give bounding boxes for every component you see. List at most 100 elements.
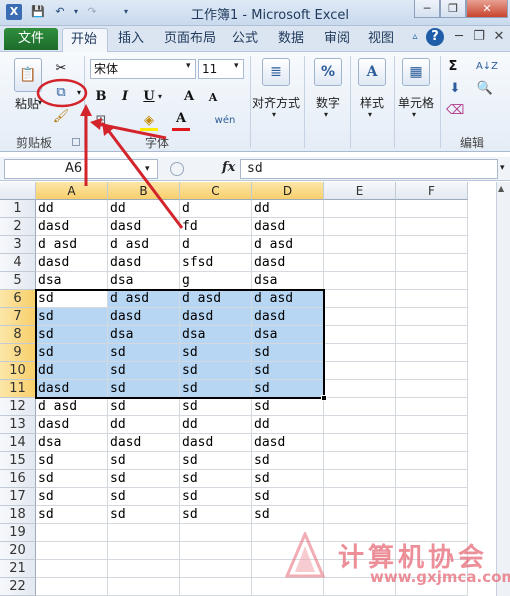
clipboard-launcher-icon[interactable] [72,138,80,146]
alignment-icon[interactable]: ≣ [262,58,290,86]
cell[interactable]: sd [108,362,180,380]
tab-file[interactable]: 文件 [4,28,58,50]
cell[interactable]: sd [252,488,324,506]
cell[interactable]: dsa [36,434,108,452]
row-header[interactable]: 22 [0,578,36,596]
tab-view[interactable]: 视图 [360,28,402,50]
cell[interactable]: sd [36,290,108,308]
styles-button[interactable]: 样式 [354,94,390,111]
cell[interactable]: dsa [108,272,180,290]
cell[interactable] [396,416,468,434]
column-header-c[interactable]: C [180,182,252,200]
cell[interactable]: sd [252,380,324,398]
cell[interactable]: sd [180,470,252,488]
doc-close-icon[interactable]: ✕ [490,28,508,46]
row-header[interactable]: 3 [0,236,36,254]
cell[interactable] [36,542,108,560]
cell[interactable] [396,380,468,398]
row-header[interactable]: 8 [0,326,36,344]
cell[interactable]: sd [252,470,324,488]
font-name-dropdown-icon[interactable]: ▾ [186,61,191,71]
cell[interactable]: sd [252,398,324,416]
row-header[interactable]: 12 [0,398,36,416]
select-all-corner[interactable] [0,182,36,200]
cell[interactable]: dd [36,362,108,380]
fill-handle[interactable] [321,395,327,401]
cell[interactable]: dasd [252,218,324,236]
cell[interactable]: dasd [252,434,324,452]
cell[interactable]: sd [180,506,252,524]
cell[interactable]: dd [252,416,324,434]
cell[interactable]: sd [180,488,252,506]
cell[interactable]: sd [252,344,324,362]
cell[interactable] [396,308,468,326]
cell[interactable] [396,200,468,218]
underline-dropdown-icon[interactable]: ▾ [158,92,162,101]
cell[interactable]: dasd [36,218,108,236]
cell[interactable]: sd [180,452,252,470]
cell[interactable]: d asd [108,236,180,254]
cell[interactable]: sd [108,398,180,416]
cell[interactable] [324,380,396,398]
cell[interactable] [324,200,396,218]
cell[interactable]: sd [108,506,180,524]
close-button[interactable]: ✕ [466,0,508,18]
styles-dropdown-icon[interactable]: ▾ [368,110,372,119]
cell[interactable]: sd [36,470,108,488]
cell[interactable] [324,434,396,452]
cell[interactable]: sd [36,506,108,524]
cell[interactable]: d asd [252,236,324,254]
cell[interactable]: d asd [36,398,108,416]
borders-icon[interactable]: ⊞ [92,112,110,130]
column-header-b[interactable]: B [108,182,180,200]
cell[interactable]: sd [36,488,108,506]
cell[interactable] [180,578,252,596]
formula-bar-divider-icon[interactable] [170,162,184,176]
cell[interactable]: sd [180,398,252,416]
cell[interactable] [396,434,468,452]
row-header[interactable]: 11 [0,380,36,398]
cell[interactable]: sfsd [180,254,252,272]
cell[interactable] [396,362,468,380]
formula-input[interactable]: sd [240,159,498,179]
fill-icon[interactable]: ⬇ [446,80,464,98]
cell[interactable] [396,218,468,236]
cell[interactable] [396,506,468,524]
clear-icon[interactable]: ⌫ [446,102,464,120]
worksheet-grid[interactable]: A B C D E F 1 dd dd d dd 2 dasd dasd fd dasd 3 d asd d asd… [0,182,496,596]
row-header[interactable]: 21 [0,560,36,578]
row-header[interactable]: 17 [0,488,36,506]
doc-minimize-icon[interactable]: ─ [450,28,468,46]
cells-dropdown-icon[interactable]: ▾ [412,110,416,119]
cell[interactable] [396,452,468,470]
cell[interactable]: dsa [252,272,324,290]
paste-icon[interactable]: 📋 [14,58,42,92]
alignment-button[interactable]: 对齐方式 [252,94,300,111]
cell[interactable]: dsa [36,272,108,290]
row-header[interactable]: 9 [0,344,36,362]
cell[interactable] [324,272,396,290]
cell[interactable]: d [180,236,252,254]
row-header[interactable]: 7 [0,308,36,326]
cell[interactable]: dasd [180,308,252,326]
row-header[interactable]: 19 [0,524,36,542]
cell[interactable] [324,416,396,434]
cell[interactable]: dd [108,200,180,218]
copy-dropdown-icon[interactable]: ▾ [70,84,88,102]
scroll-up-icon[interactable]: ▲ [498,184,504,193]
cell[interactable] [108,560,180,578]
cell[interactable]: dd [108,416,180,434]
row-header[interactable]: 20 [0,542,36,560]
cell[interactable] [396,398,468,416]
cells-icon[interactable]: ▦ [402,58,430,86]
bold-button[interactable]: B [92,88,110,106]
row-header[interactable]: 18 [0,506,36,524]
cell[interactable] [396,236,468,254]
cell[interactable]: d asd [36,236,108,254]
cell[interactable]: dd [252,200,324,218]
cell[interactable] [252,578,324,596]
cell[interactable] [36,524,108,542]
cell[interactable] [36,560,108,578]
cell[interactable]: dsa [108,326,180,344]
cell[interactable]: dsa [252,326,324,344]
